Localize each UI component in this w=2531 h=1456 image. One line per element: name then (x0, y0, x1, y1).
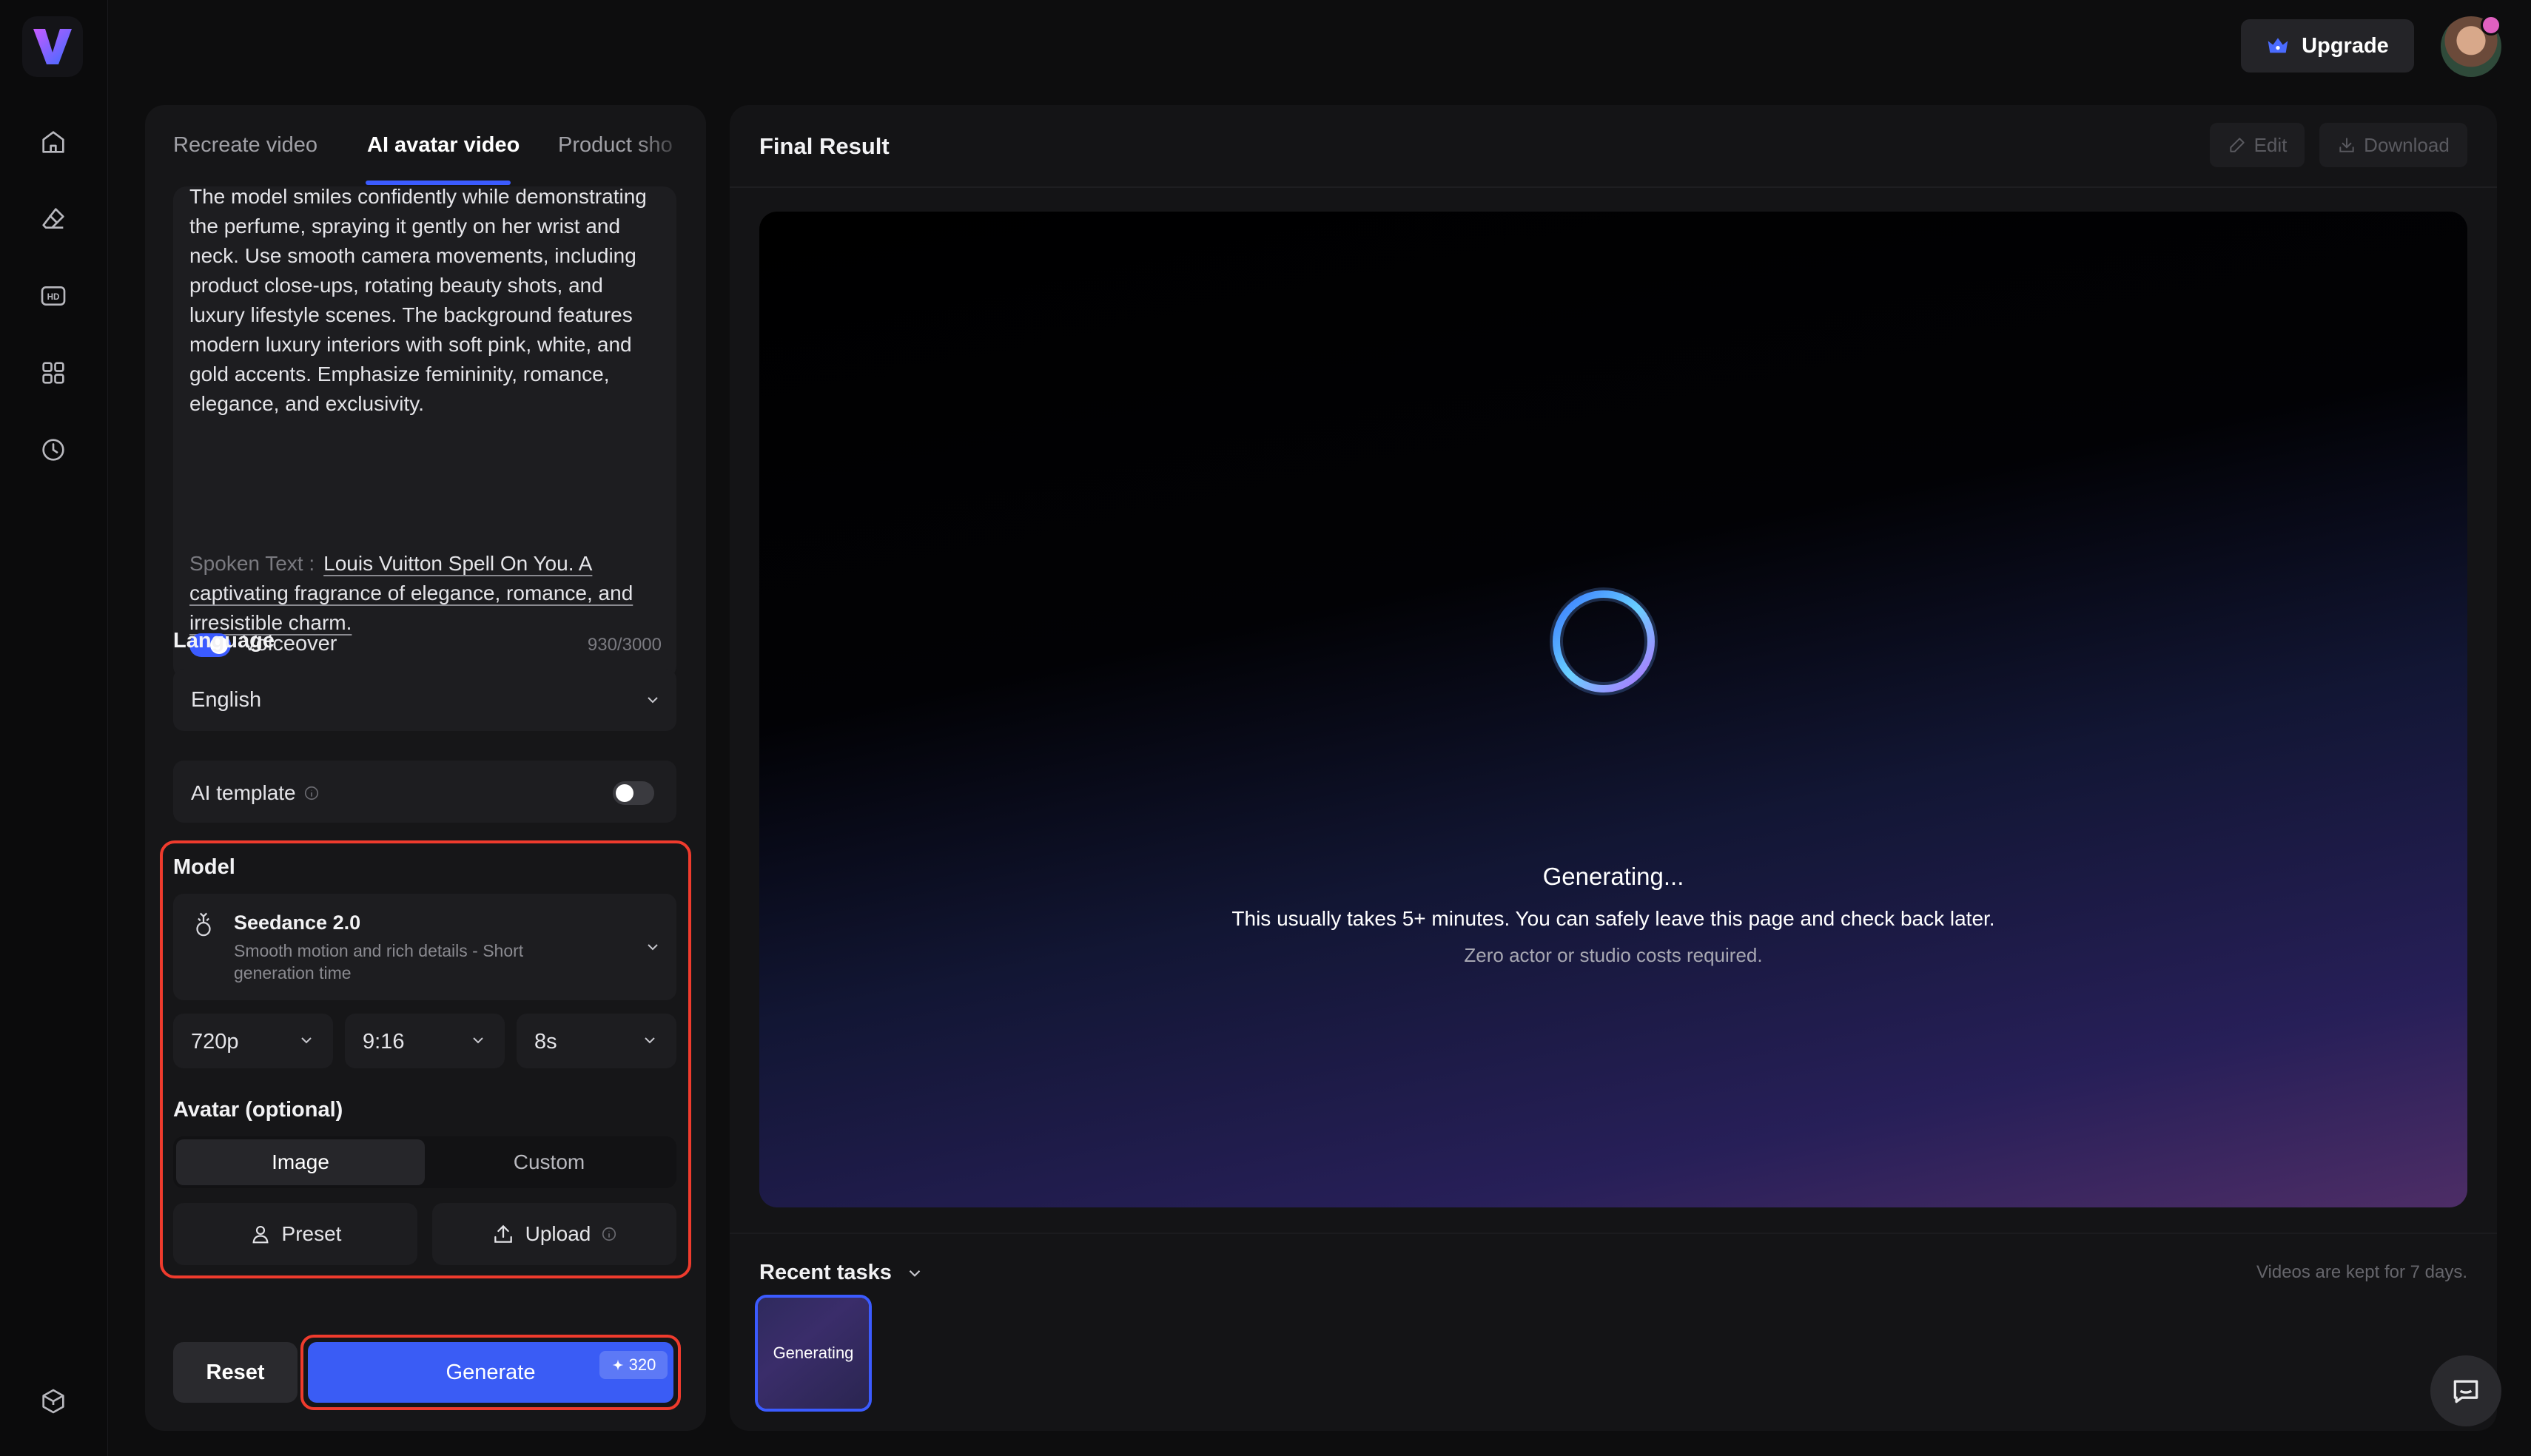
chevron-down-icon (648, 697, 658, 704)
model-select[interactable]: Seedance 2.0 Smooth motion and rich deta… (173, 894, 676, 1000)
spoken-text-row[interactable]: Spoken Text : Louis Vuitton Spell On You.… (189, 549, 663, 638)
box-icon[interactable] (33, 1381, 74, 1422)
user-icon (252, 1225, 269, 1244)
upload-button[interactable]: Upload (432, 1203, 676, 1265)
tab-overflow-fade (633, 120, 706, 179)
recent-tasks-toggle[interactable]: Recent tasks (759, 1261, 924, 1285)
upload-icon (494, 1224, 512, 1243)
ai-template-label: AI template (191, 781, 296, 804)
apps-grid-icon[interactable] (33, 352, 74, 394)
credit-cost: 320 (628, 1355, 656, 1374)
recent-divider (730, 1233, 2497, 1234)
pencil-icon (2229, 138, 2245, 152)
preset-button[interactable]: Preset (173, 1203, 417, 1265)
chevron-down-icon (645, 1037, 655, 1044)
chat-icon (2453, 1380, 2478, 1403)
create-panel: Recreate video AI avatar video Product s… (145, 105, 706, 1431)
generate-label: Generate (446, 1360, 536, 1384)
history-clock-icon[interactable] (33, 429, 74, 471)
upload-label: Upload (525, 1222, 591, 1245)
aspect-ratio-select[interactable]: 9:16 (345, 1014, 505, 1068)
chevron-down-icon (648, 944, 658, 951)
generating-subtitle: This usually takes 5+ minutes. You can s… (1231, 907, 1995, 930)
resolution-value: 720p (191, 1030, 239, 1054)
chevron-down-icon (301, 1037, 312, 1044)
credit-cost-badge: 320 (599, 1351, 668, 1379)
chevron-down-icon (909, 1270, 921, 1277)
recent-tasks-title: Recent tasks (759, 1261, 892, 1284)
prompt-textarea[interactable]: The model smiles confidently while demon… (173, 186, 676, 679)
header-divider (730, 186, 2497, 188)
tab-ai-avatar-video[interactable]: AI avatar video (367, 133, 520, 158)
download-label: Download (2364, 133, 2450, 156)
video-preview: Generating... This usually takes 5+ minu… (759, 212, 2467, 1207)
generating-title: Generating... (1542, 863, 1684, 890)
avatar-notification-badge (2481, 15, 2501, 36)
retention-note: Videos are kept for 7 days. (2256, 1262, 2467, 1282)
prompt-text[interactable]: The model smiles confidently while demon… (189, 186, 663, 419)
preset-label: Preset (281, 1222, 342, 1245)
model-name: Seedance 2.0 (234, 911, 361, 934)
result-panel: Final Result Edit Download Generating...… (730, 105, 2497, 1431)
ai-template-row: AI template (173, 761, 676, 823)
avatar-label: Avatar (optional) (173, 1098, 343, 1122)
language-label: Language (173, 629, 275, 653)
model-label: Model (173, 855, 235, 879)
reset-button[interactable]: Reset (173, 1342, 298, 1403)
home-icon[interactable] (33, 121, 74, 163)
seedance-model-icon (196, 912, 211, 937)
duration-select[interactable]: 8s (517, 1014, 676, 1068)
segment-image[interactable]: Image (176, 1139, 425, 1185)
chat-support-button[interactable] (2430, 1355, 2501, 1426)
crown-icon (2268, 38, 2288, 53)
recent-task-card[interactable]: Generating (755, 1295, 872, 1412)
duration-value: 8s (534, 1030, 557, 1054)
upgrade-button[interactable]: Upgrade (2241, 19, 2414, 73)
aspect-ratio-value: 9:16 (363, 1030, 405, 1054)
resolution-select[interactable]: 720p (173, 1014, 333, 1068)
loading-spinner-icon (1550, 587, 1658, 695)
language-value: English (191, 688, 262, 712)
chevron-down-icon (473, 1037, 483, 1044)
tab-recreate-video[interactable]: Recreate video (173, 133, 317, 158)
app-logo[interactable] (22, 16, 83, 77)
download-button[interactable]: Download (2319, 123, 2467, 167)
segment-custom[interactable]: Custom (425, 1139, 673, 1185)
spoken-text-label: Spoken Text : (189, 552, 315, 575)
info-icon[interactable] (601, 1226, 617, 1242)
generating-note: Zero actor or studio costs required. (1464, 944, 1763, 966)
result-title: Final Result (759, 133, 890, 159)
upgrade-label: Upgrade (2302, 33, 2389, 58)
ai-template-toggle[interactable] (613, 781, 654, 805)
download-icon (2339, 138, 2354, 152)
model-description: Smooth motion and rich details - Short g… (234, 941, 524, 983)
ai-template-label-wrap: AI template (191, 781, 320, 805)
info-icon[interactable] (303, 785, 320, 801)
edit-button[interactable]: Edit (2210, 123, 2305, 167)
hd-icon[interactable]: HD (33, 275, 74, 317)
language-select[interactable]: English (173, 669, 676, 731)
logo-v-icon (33, 29, 72, 64)
character-count: 930/3000 (587, 635, 662, 655)
svg-text:HD: HD (47, 292, 60, 302)
task-status: Generating (758, 1298, 869, 1409)
avatar-source-segmented: Image Custom (173, 1136, 676, 1188)
edit-label: Edit (2253, 133, 2288, 156)
sidebar: HD (0, 0, 108, 1456)
sparkle-icon (612, 1359, 624, 1371)
active-tab-indicator (366, 181, 511, 185)
eraser-icon[interactable] (33, 198, 74, 240)
